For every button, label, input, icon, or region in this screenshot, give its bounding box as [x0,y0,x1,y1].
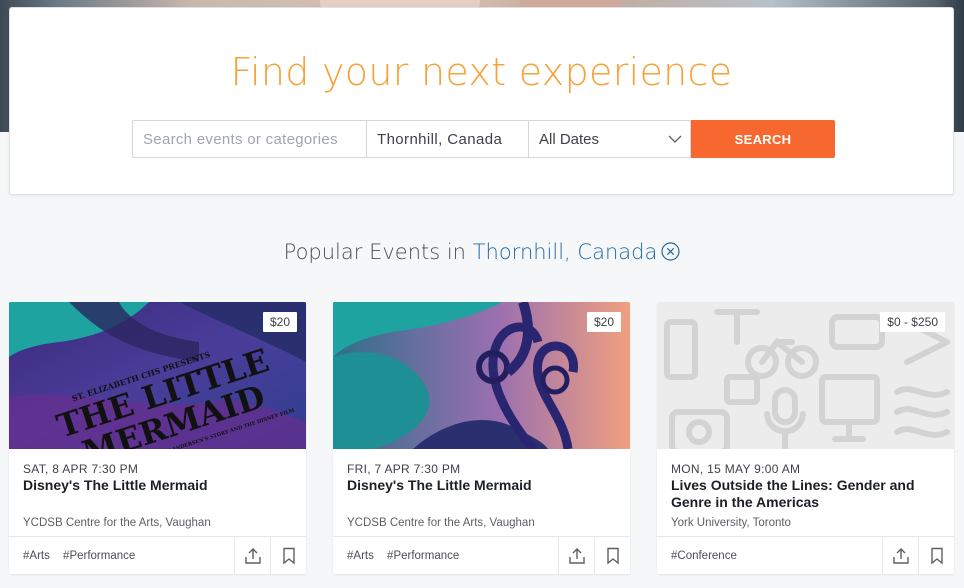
search-input[interactable]: Search events or categories [132,120,367,158]
share-icon [568,548,585,564]
tag-link[interactable]: #Performance [387,550,459,562]
hero-title: Find your next experience [230,50,733,94]
event-card[interactable]: ST. ELIZABETH CHS PRESENTS THE LITTLE ME… [9,302,306,574]
share-button[interactable] [882,537,918,574]
bookmark-button[interactable] [594,537,630,574]
clear-circle-icon[interactable] [661,242,680,261]
event-image[interactable]: ST. ELIZABETH CHS PRESENTS THE LITTLE ME… [9,302,306,449]
event-date: MON, 15 MAY 9:00 AM [671,462,801,476]
event-venue: York University, Toronto [671,517,791,529]
event-title[interactable]: Lives Outside the Lines: Gender and Genr… [671,477,941,511]
search-panel: Find your next experience Search events … [9,7,954,195]
search-bar: Search events or categories Thornhill, C… [132,120,835,158]
popular-heading: Popular Events in Thornhill, Canada [0,240,964,264]
popular-prefix: Popular Events in [283,240,466,264]
tag-link[interactable]: #Performance [63,550,135,562]
event-date: FRI, 7 APR 7:30 PM [347,462,461,476]
share-button[interactable] [558,537,594,574]
event-card[interactable]: $0 - $250 MON, 15 MAY 9:00 AM Lives Outs… [657,302,954,574]
location-input[interactable]: Thornhill, Canada [367,120,529,158]
bookmark-icon [930,547,943,565]
tag-link[interactable]: #Arts [347,550,374,562]
card-footer: #Conference [657,536,954,574]
share-button[interactable] [234,537,270,574]
event-venue: YCDSB Centre for the Arts, Vaughan [23,517,211,529]
card-footer: #Arts #Performance [9,536,306,574]
event-title[interactable]: Disney's The Little Mermaid [347,477,617,494]
event-title[interactable]: Disney's The Little Mermaid [23,477,293,494]
popular-city-link[interactable]: Thornhill, Canada [473,240,658,264]
date-select-value: All Dates [539,130,600,148]
tag-list: #Conference [671,550,747,562]
bookmark-button[interactable] [270,537,306,574]
price-badge: $20 [262,312,297,332]
tag-link[interactable]: #Arts [23,550,50,562]
chevron-down-icon [668,135,682,143]
tag-list: #Arts #Performance [23,550,145,562]
event-venue: YCDSB Centre for the Arts, Vaughan [347,517,535,529]
price-badge: $0 - $250 [880,312,945,332]
tag-list: #Arts #Performance [347,550,469,562]
date-select[interactable]: All Dates [529,120,691,158]
event-date: SAT, 8 APR 7:30 PM [23,462,139,476]
event-image[interactable]: $0 - $250 [657,302,954,449]
bookmark-icon [282,547,295,565]
share-icon [244,548,261,564]
search-button[interactable]: SEARCH [691,120,835,158]
bookmark-button[interactable] [918,537,954,574]
event-image[interactable]: $20 [333,302,630,449]
bookmark-icon [606,547,619,565]
card-footer: #Arts #Performance [333,536,630,574]
tag-link[interactable]: #Conference [671,550,737,562]
event-card[interactable]: $20 FRI, 7 APR 7:30 PM Disney's The Litt… [333,302,630,574]
share-icon [892,548,909,564]
price-badge: $20 [586,312,621,332]
